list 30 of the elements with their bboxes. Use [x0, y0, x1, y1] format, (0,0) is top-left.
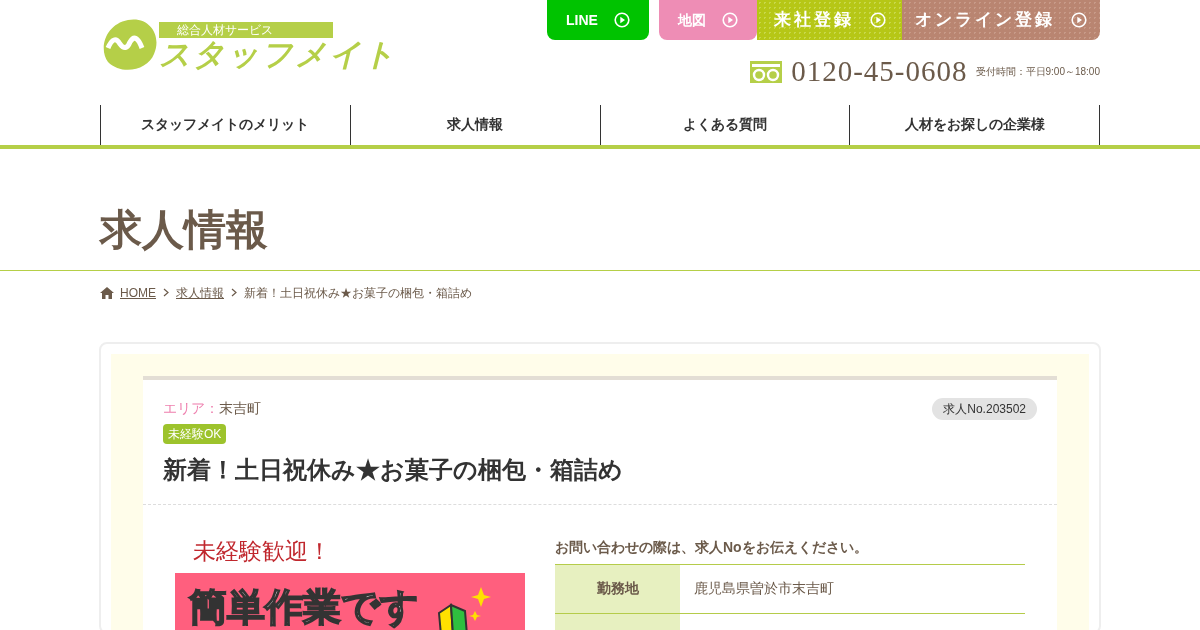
banner-headline: 未経験歓迎！ — [192, 536, 332, 565]
phone-number: 0120-45-0608 — [791, 54, 968, 89]
logo-tagline: 総合人材サービス — [159, 22, 333, 38]
job-number: 求人No.203502 — [932, 397, 1037, 420]
home-icon — [100, 286, 114, 299]
breadcrumb-current: 新着！土日祝休み★お菓子の梱包・箱詰め — [244, 284, 472, 302]
play-icon — [722, 12, 738, 28]
tag: 未経験OK — [163, 423, 227, 444]
page-title: 求人情報 — [100, 204, 269, 255]
play-icon — [1071, 12, 1087, 28]
chevron-icon — [163, 288, 169, 297]
nav-item[interactable]: 求人情報 — [349, 104, 600, 145]
detail-value: 鹿児島県曽於市末吉町 — [693, 579, 835, 598]
area-label: エリア： — [163, 400, 219, 416]
logo-text: スタッフメイト — [159, 38, 397, 72]
inquiry-notice: お問い合わせの際は、求人Noをお伝えください。 — [555, 536, 1025, 565]
area-value: 末吉町 — [219, 400, 261, 416]
play-icon — [613, 12, 630, 28]
banner-caption: 簡単作業です — [189, 584, 419, 629]
nav-item[interactable]: 人材をお探しの企業様 — [849, 104, 1100, 145]
breadcrumb-link[interactable]: HOME — [120, 283, 156, 302]
nav-item[interactable]: スタッフメイトのメリット — [100, 104, 350, 145]
free-dial-icon — [750, 60, 783, 83]
nav-item[interactable]: よくある質問 — [599, 104, 850, 145]
job-title: 新着！土日祝休み★お菓子の梱包・箱詰め — [163, 454, 624, 485]
detail-label: 勤務地 — [555, 564, 680, 613]
play-icon — [869, 12, 886, 28]
office-hours: 受付時間：平日9:00～18:00 — [975, 65, 1100, 80]
chevron-icon — [231, 288, 237, 297]
breadcrumb-link[interactable]: 求人情報 — [176, 283, 224, 302]
